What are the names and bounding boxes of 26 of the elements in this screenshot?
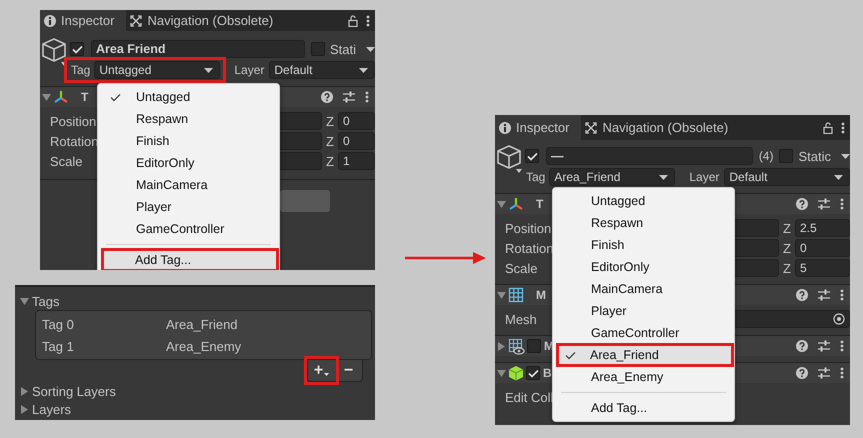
layer-label: Layer — [234, 63, 264, 77]
field-label: Position — [50, 114, 96, 128]
tag-index: Tag 0 — [42, 316, 75, 332]
field-label: Rotation — [505, 240, 554, 256]
tag-index: Tag 1 — [42, 338, 75, 354]
tag-label: Tag — [526, 170, 546, 184]
axis-label: Z — [782, 260, 792, 276]
field-label: Rotation — [50, 134, 98, 148]
field-label: Scale — [50, 154, 83, 168]
axis-label: Z — [782, 220, 792, 236]
component-title: T — [81, 90, 88, 104]
component-title: T — [536, 197, 544, 211]
axis-label: Z — [325, 134, 335, 148]
component-title: B — [543, 366, 552, 380]
axis-label: Z — [782, 240, 792, 256]
axis-label: Z — [325, 114, 335, 128]
field-label: Mesh — [505, 312, 537, 326]
tag-label: Tag — [71, 63, 90, 77]
field-label: Position — [505, 220, 552, 236]
static-label: Stati — [330, 42, 356, 56]
axis-label: Z — [325, 154, 335, 168]
component-title: M — [536, 288, 546, 302]
field-label: Scale — [505, 260, 538, 276]
object-count: (4) — [758, 149, 774, 163]
static-label: Static — [798, 148, 831, 164]
layer-label: Layer — [689, 170, 720, 184]
